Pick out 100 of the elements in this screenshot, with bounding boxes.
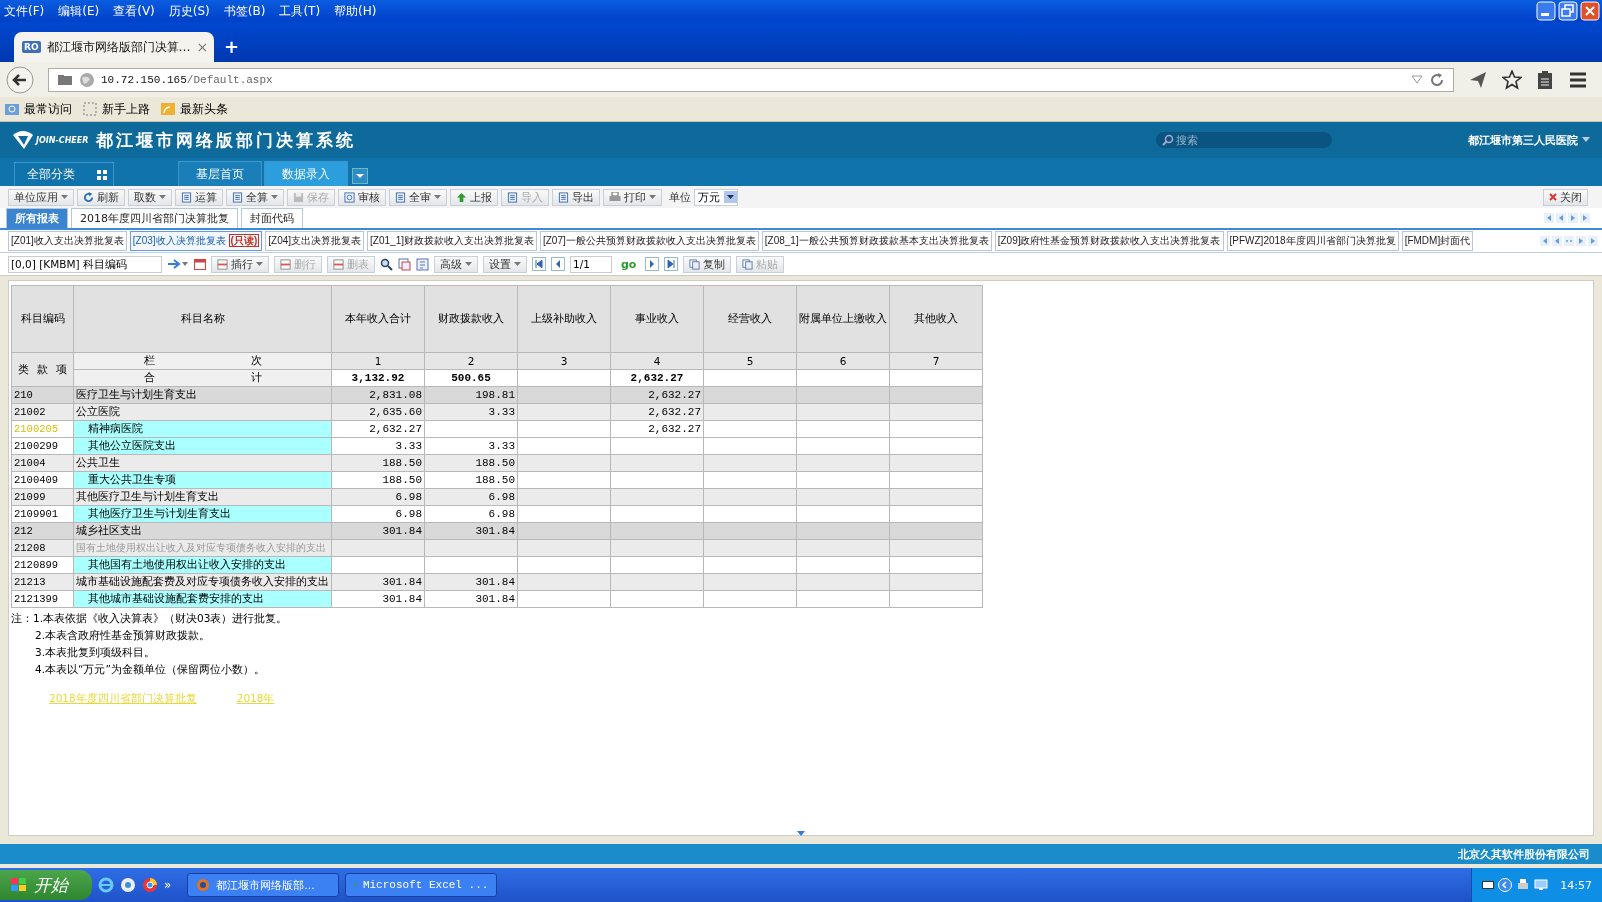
toolbar-button[interactable]: 打印 [603, 188, 662, 206]
toolbar-button[interactable]: 运算 [175, 188, 223, 206]
copy-icon [742, 258, 754, 270]
dashed-square-icon [82, 101, 98, 117]
arrow-right-icon[interactable] [167, 258, 189, 270]
last-page-icon[interactable] [664, 257, 679, 271]
toolbar-button[interactable]: 复制 [683, 255, 732, 273]
dropdown-icon[interactable] [352, 168, 368, 184]
printer-icon[interactable] [1516, 878, 1531, 892]
back-icon[interactable] [6, 65, 34, 94]
favicon: RO [22, 41, 41, 53]
sheet-tab[interactable]: [Z03]收入决算批复表 (只读) [129, 231, 263, 251]
dropdown-icon [724, 191, 737, 203]
total-label: 合 [143, 371, 155, 383]
first-page-icon[interactable] [532, 257, 546, 271]
sheet-tab[interactable]: [PFWZ]2018年度四川省部门决算批复 [1226, 231, 1399, 251]
toolbar-button[interactable]: 单位应用 [8, 188, 74, 206]
taskbar-task[interactable]: Microsoft Excel ... [345, 873, 498, 897]
new-tab-button[interactable]: + [224, 36, 240, 57]
restore-icon[interactable] [1558, 1, 1578, 21]
menu-item[interactable]: 查看(V) [113, 2, 155, 20]
browser-icon[interactable] [98, 877, 114, 893]
caret-icon[interactable] [1582, 137, 1590, 143]
browser-tab[interactable]: RO 都江堰市网络版部门决算… × [14, 32, 214, 62]
rss-icon [160, 101, 176, 117]
calendar-icon[interactable] [194, 258, 206, 270]
sheet-tab[interactable]: [Z08_1]一般公共预算财政拨款基本支出决算批复表 [761, 231, 992, 251]
table-row-icon [333, 258, 344, 270]
close-button[interactable]: 关闭 [1543, 188, 1588, 206]
search-icon[interactable] [380, 257, 393, 271]
note-text: 2.本表含政府性基金预算财政拨款。 [34, 628, 212, 643]
browser-icon[interactable] [142, 877, 158, 893]
unit-select[interactable]: 万元 [694, 188, 738, 206]
toolbar-button[interactable]: 全审 [389, 188, 447, 206]
toolbar-button[interactable]: 全算 [226, 188, 284, 206]
menu-item[interactable]: 历史(S) [168, 2, 210, 20]
document-icon [232, 191, 243, 203]
toolbar-button[interactable]: 插行 [211, 255, 269, 273]
keyboard-icon[interactable] [1482, 880, 1495, 890]
table-row-icon [280, 258, 291, 270]
bookmark-link[interactable]: 最新头条 [180, 100, 228, 118]
menu-icon[interactable] [1568, 70, 1588, 89]
sheet-tab[interactable]: [Z01]收入支出决算批复表 [8, 231, 127, 251]
clipboard-icon[interactable] [1536, 69, 1554, 90]
magnifier-icon [344, 191, 355, 203]
menu-item[interactable]: 工具(T) [279, 2, 321, 20]
toolbar-button[interactable]: 高级 [434, 255, 478, 273]
pager-arrows-icon[interactable] [1540, 236, 1598, 246]
pager-arrows-icon[interactable] [1544, 213, 1592, 223]
toolbar-button[interactable]: 导出 [552, 188, 600, 206]
sheet-tab[interactable]: [Z09]政府性基金预算财政拨款收入支出决算批复表 [994, 231, 1224, 251]
app-icon[interactable] [120, 877, 136, 893]
toolbar-button[interactable]: 设置 [483, 255, 527, 273]
company-text: 北京久其软件股份有限公司 [1458, 846, 1590, 862]
previous-page-icon[interactable] [551, 257, 565, 271]
taskbar-task[interactable]: 都江堰市网络版部... [187, 873, 340, 897]
address-field[interactable]: 10.72.150.165/Default.aspx [48, 67, 1454, 92]
toolbar-button[interactable]: 取数 [128, 188, 172, 206]
sheet-tab[interactable]: [Z04]支出决算批复表 [265, 231, 365, 251]
tab-close-button[interactable]: × [196, 39, 209, 55]
dropdown-icon[interactable] [1411, 74, 1423, 85]
monitor-icon[interactable] [1534, 878, 1549, 892]
floppy-icon [293, 191, 304, 203]
column-header: 上级补助收入 [517, 285, 611, 353]
search-icon [1162, 134, 1174, 146]
collapse-arrow-icon[interactable] [795, 831, 807, 837]
sheet-tab[interactable]: [Z01_1]财政拨款收入支出决算批复表 [367, 231, 537, 251]
menu-item[interactable]: 帮助(H) [334, 2, 377, 20]
nav-tab[interactable]: 基层首页 [178, 161, 262, 186]
next-page-icon[interactable] [645, 257, 660, 271]
column-header: 科目编码 [11, 285, 74, 353]
minimize-icon[interactable] [1536, 1, 1556, 21]
go-button[interactable]: go [617, 257, 641, 271]
send-icon[interactable] [1468, 69, 1488, 90]
sheet-tab[interactable]: [Z07]一般公共预算财政拨款收入支出决算批复表 [540, 231, 759, 251]
document-icon [558, 191, 569, 203]
menu-item[interactable]: 编辑(E) [58, 2, 100, 20]
column-number-label: 次 [250, 354, 262, 366]
bookmark-link[interactable]: 新手上路 [102, 100, 150, 118]
more-button[interactable]: » [164, 878, 172, 892]
report-tab[interactable]: 封面代码 [241, 208, 303, 228]
report-tab[interactable]: 所有报表 [6, 208, 68, 228]
menu-item[interactable]: 文件(F) [4, 2, 45, 20]
toolbar-button[interactable]: 刷新 [77, 188, 125, 206]
page-field[interactable]: 1/1 [570, 255, 612, 273]
cell-reference-field[interactable]: [0,0] [KMBM] 科目编码 [8, 255, 162, 273]
tab-title: 都江堰市网络版部门决算… [46, 38, 191, 56]
reload-icon[interactable] [1429, 71, 1445, 88]
app-title: 都江堰市网络版部门决算系统 [96, 128, 357, 152]
close-icon[interactable] [1580, 1, 1600, 21]
toolbar-button[interactable]: 审核 [338, 188, 386, 206]
sheet-tab[interactable]: [FMDM]封面代 [1401, 231, 1474, 251]
start-button[interactable]: 开始 [0, 870, 92, 900]
menu-item[interactable]: 书签(B) [223, 2, 266, 20]
report-tab[interactable]: 2018年度四川省部门决算批复 [71, 208, 238, 228]
search-field[interactable]: 搜索 [1156, 132, 1332, 148]
toolbar-button[interactable]: 上报 [450, 188, 498, 206]
star-icon[interactable] [1502, 69, 1522, 90]
user-menu[interactable]: 都江堰市第三人民医院 [1468, 132, 1578, 148]
bookmark-link[interactable]: 最常访问 [24, 100, 72, 118]
